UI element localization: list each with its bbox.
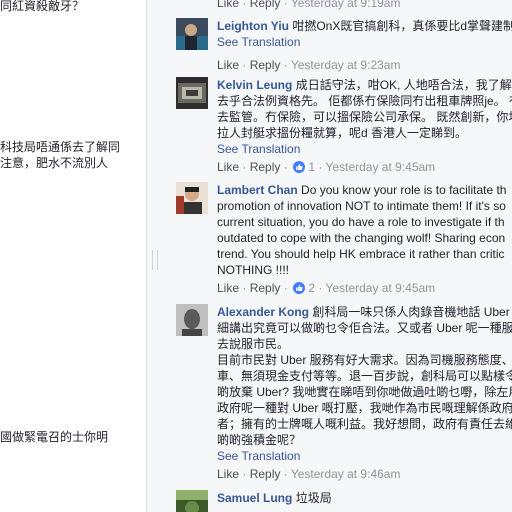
reaction-count[interactable]: 2 — [308, 281, 315, 295]
see-translation-link[interactable]: See Translation — [217, 448, 512, 464]
comment-author[interactable]: Leighton Yiu — [217, 19, 289, 33]
comment-actions: Like · Reply · Yesterday at 9:19am — [217, 0, 400, 11]
post-text-line: 同紅資殺敵牙？ — [0, 0, 85, 13]
like-link[interactable]: Like — [217, 467, 239, 481]
comment-text: 者；擁有的士牌嘅人嘅利益。我好想問，政府有責任去維 — [217, 417, 512, 431]
post-text-line: 國做緊電召的士你明 — [0, 430, 109, 444]
comments-panel: Like · Reply · Yesterday at 9:19am Leigh… — [164, 0, 512, 512]
comment-author[interactable]: Samuel Lung — [217, 491, 292, 505]
like-reaction-icon[interactable] — [293, 161, 306, 173]
comment-text: 去乎合法例資格先。 佢都係冇保險同冇出租車牌照je。 冇 — [217, 94, 512, 108]
comment-text: 去監管。冇保險，可以搵保險公司承保。 既然創新，你址 — [217, 110, 512, 124]
reply-link[interactable]: Reply — [250, 58, 281, 72]
comment-timestamp[interactable]: Yesterday at 9:45am — [326, 160, 436, 174]
comment-text: 細講出究竟可以做啲乜令佢合法。又或者 Uber 呢一種服 — [217, 321, 512, 335]
comment-text: 創科局一味只係人肉錄音機地話 Uber — [312, 305, 510, 319]
like-link[interactable]: Like — [217, 281, 239, 295]
avatar[interactable] — [176, 490, 208, 512]
comment-text: trend. You should help HK embrace it rat… — [217, 247, 505, 261]
avatar[interactable] — [176, 77, 208, 109]
reply-link[interactable]: Reply — [250, 281, 281, 295]
like-link[interactable]: Like — [217, 58, 239, 72]
left-post-pane: 同紅資殺敵牙？ 科技局唔通係去了解同 注意，肥水不流別人 國做緊電召的士你明 — [0, 0, 147, 512]
reply-link[interactable]: Reply — [250, 0, 281, 10]
comment-text: 政府呢一種對 Uber 嘅打壓，我哋作為市民嘅理解係政府 — [217, 401, 512, 415]
comment-text: 咁撚OnX既官搞創科，真係要比d掌聲建制 — [292, 19, 512, 33]
comment-timestamp[interactable]: Yesterday at 9:23am — [291, 58, 401, 72]
comment-timestamp[interactable]: Yesterday at 9:19am — [291, 0, 401, 10]
comment-text: 垃圾局 — [295, 491, 332, 505]
comment-actions: Like · Reply · 1 · Yesterday at 9:45am — [217, 160, 436, 174]
comment-author[interactable]: Alexander Kong — [217, 305, 309, 319]
avatar[interactable] — [176, 18, 208, 50]
comment-text: 啲放棄 Uber? 我哋實在睇唔到你哋做過吐啲乜嘢，除左用 — [217, 385, 512, 399]
comment-text: 目前市民對 Uber 服務有好大需求。因為司機服務態度、 — [217, 353, 512, 367]
comment-text: 拉人封艇求搵份糧就算，呢d 香港人一定睇到。 — [217, 126, 468, 140]
comment-timestamp[interactable]: Yesterday at 9:45am — [326, 281, 436, 295]
comment-author[interactable]: Kelvin Leung — [217, 78, 292, 92]
see-translation-link[interactable]: See Translation — [217, 141, 512, 157]
avatar[interactable] — [176, 304, 208, 336]
like-reaction-icon[interactable] — [293, 282, 306, 294]
reaction-count[interactable]: 1 — [308, 160, 315, 174]
comment-actions: Like · Reply · Yesterday at 9:23am — [217, 58, 401, 72]
post-text-line: 科技局唔通係去了解同 — [0, 140, 121, 154]
comment-author[interactable]: Lambert Chan — [217, 183, 298, 197]
comment-text: 成日話守法，咁OK, 人地唔合法，我了解 — [295, 78, 512, 92]
post-text-line: 注意，肥水不流別人 — [0, 156, 109, 170]
comment-actions: Like · Reply · Yesterday at 9:46am — [217, 467, 401, 481]
comment-actions: Like · Reply · 2 · Yesterday at 9:45am — [217, 281, 436, 295]
reply-link[interactable]: Reply — [250, 467, 281, 481]
comment-text: 啲啲強積金呢？ — [217, 433, 302, 447]
comment-text: 去說服市民。 — [217, 337, 290, 351]
like-link[interactable]: Like — [217, 160, 239, 174]
comment-text: NOTHING !!!! — [217, 263, 289, 277]
comment-text: current situation, you do have a role to… — [217, 215, 505, 229]
like-link[interactable]: Like — [217, 0, 239, 10]
resize-handle[interactable] — [152, 250, 158, 270]
comment-text: outdated to cope with the changing wolf!… — [217, 231, 506, 245]
comment-text: promotion of innovation NOT to intimate … — [217, 199, 506, 213]
comment-timestamp[interactable]: Yesterday at 9:46am — [291, 467, 401, 481]
see-translation-link[interactable]: See Translation — [217, 34, 512, 50]
reply-link[interactable]: Reply — [250, 160, 281, 174]
avatar[interactable] — [176, 182, 208, 214]
comment-text: 車、無須現金支付等等。退一百步說，創科局可以點樣令 — [217, 369, 512, 383]
comment-text: Do you know your role is to facilitate t… — [301, 183, 507, 197]
